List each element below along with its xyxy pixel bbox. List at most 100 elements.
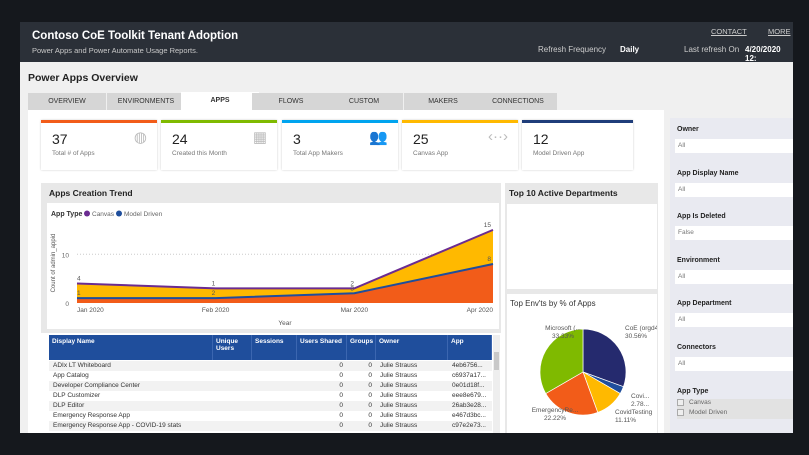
report-header: Contoso CoE Toolkit Tenant Adoption Powe… bbox=[20, 22, 793, 63]
tab-overview[interactable]: OVERVIEW bbox=[28, 93, 106, 110]
filter-label: Owner bbox=[677, 126, 699, 133]
filter-app-is-deleted-dropdown[interactable]: False bbox=[675, 226, 793, 240]
tab-connections[interactable]: CONNECTIONS bbox=[479, 93, 557, 110]
column-header[interactable]: Unique Users bbox=[213, 335, 252, 360]
table-cell: Developer Compliance Center bbox=[53, 382, 141, 389]
table-row[interactable]: Emergency Response App - COVID-19 stats 0… bbox=[49, 421, 492, 431]
top-envs-pie-chart: Top Env'ts by % of Apps CoE (orgd4...30.5… bbox=[510, 299, 664, 424]
table-cell: 0 bbox=[368, 382, 372, 389]
globe-icon: ◍ bbox=[133, 129, 147, 146]
table-cell: Julie Strauss bbox=[380, 392, 418, 399]
x-tick-label: Mar 2020 bbox=[341, 307, 369, 314]
table-scrollbar[interactable] bbox=[493, 335, 500, 433]
filter-label: Connectors bbox=[677, 343, 716, 351]
table-cell: Julie Strauss bbox=[380, 402, 418, 409]
more-link[interactable]: MORE bbox=[768, 27, 791, 36]
legend-label: Model Driven bbox=[124, 211, 163, 218]
app-type-checkbox[interactable]: Model Driven bbox=[677, 409, 793, 419]
tab-apps[interactable]: APPS bbox=[181, 92, 259, 111]
table-cell: Julie Strauss bbox=[380, 382, 418, 389]
app-type-checkbox[interactable]: Canvas bbox=[677, 399, 793, 409]
kpi-card: 25 Canvas App ‹··› bbox=[402, 120, 518, 170]
column-header[interactable]: Groups bbox=[347, 335, 376, 360]
table-cell: 0 bbox=[368, 412, 372, 419]
column-header[interactable]: Users Shared bbox=[297, 335, 347, 360]
data-label: 4 bbox=[77, 276, 81, 283]
column-header[interactable]: Owner bbox=[376, 335, 448, 360]
filter-label: Environment bbox=[677, 256, 720, 264]
top10-title: Top 10 Active Departments bbox=[509, 188, 618, 198]
pie-slice-value: 2.78... bbox=[631, 401, 649, 408]
table-row[interactable]: App Catalog 0 0 Julie Strauss c6937a17... bbox=[49, 371, 492, 381]
checkbox-label: Model Driven bbox=[689, 409, 728, 417]
checkbox-icon[interactable] bbox=[677, 409, 684, 416]
kpi-card: 3 Total App Makers 👥 bbox=[282, 120, 398, 170]
last-refresh-value: 4/20/2020 12: bbox=[745, 45, 781, 63]
kpi-value: 3 bbox=[293, 131, 301, 147]
kpi-label: Canvas App bbox=[413, 150, 449, 157]
table-cell: Emergency Response App bbox=[53, 412, 130, 419]
report-subtitle: Power Apps and Power Automate Usage Repo… bbox=[32, 46, 198, 55]
kpi-value: 25 bbox=[413, 131, 429, 147]
table-row[interactable]: Developer Compliance Center 0 0 Julie Strau… bbox=[49, 381, 492, 391]
filter-owner-dropdown[interactable]: All bbox=[675, 139, 793, 153]
kpi-label: Total # of Apps bbox=[52, 150, 95, 157]
y-tick-label: 0 bbox=[65, 301, 69, 308]
tab-makers[interactable]: MAKERS bbox=[404, 93, 482, 110]
people-icon: 👥 bbox=[369, 129, 388, 146]
table-cell: eee8e679... bbox=[452, 392, 487, 399]
code-icon: ‹··› bbox=[488, 128, 508, 145]
column-header[interactable]: Sessions bbox=[252, 335, 297, 360]
kpi-value: 24 bbox=[172, 131, 188, 147]
tab-flows[interactable]: FLOWS bbox=[252, 93, 330, 110]
data-label: 3 bbox=[350, 285, 354, 292]
kpi-label: Total App Makers bbox=[293, 150, 343, 157]
pie-slice-value: 22.22% bbox=[544, 415, 566, 422]
checkbox-label: Canvas bbox=[689, 399, 712, 407]
filter-connectors-dropdown[interactable]: All bbox=[675, 356, 793, 371]
table-cell: Emergency Response App - COVID-19 stats bbox=[53, 422, 182, 429]
report-screen: Contoso CoE Toolkit Tenant Adoption Powe… bbox=[20, 22, 793, 433]
report-title: Contoso CoE Toolkit Tenant Adoption bbox=[32, 30, 239, 42]
contact-link[interactable]: CONTACT bbox=[711, 27, 747, 36]
filter-pane: Owner All App Display Name All App Is Delete… bbox=[670, 118, 793, 433]
table-cell: e467d3bc... bbox=[452, 412, 486, 419]
data-label: 2 bbox=[212, 290, 216, 297]
filter-app-department-dropdown[interactable]: All bbox=[675, 313, 793, 327]
data-label: 15 bbox=[484, 222, 492, 229]
table-cell: 0 bbox=[339, 362, 343, 369]
scrollbar-thumb[interactable] bbox=[494, 352, 499, 370]
tab-environments[interactable]: ENVIRONMENTS bbox=[107, 93, 185, 110]
refresh-frequency-value: Daily bbox=[620, 45, 640, 54]
filter-environment-dropdown[interactable]: All bbox=[675, 269, 793, 284]
table-row[interactable]: DLP Editor 0 0 Julie Strauss 26ab3e28... bbox=[49, 401, 492, 411]
table-cell: ADIx LT Whiteboard bbox=[53, 362, 111, 369]
table-cell: c97e2e73... bbox=[452, 422, 486, 429]
filter-label: App Department bbox=[677, 300, 732, 307]
right-panels: Top 10 Active Departments Top Env'ts by … bbox=[505, 183, 664, 433]
filter-app-display-name-dropdown[interactable]: All bbox=[675, 182, 793, 197]
table-cell: Julie Strauss bbox=[380, 372, 418, 379]
apps-creation-trend-chart: App Type Canvas Model Driven 0 10 Count of ad… bbox=[51, 210, 494, 327]
table-cell: 0 bbox=[339, 392, 343, 399]
column-header[interactable]: Display Name bbox=[49, 335, 213, 360]
table-row[interactable]: DLP Customizer 0 0 Julie Strauss eee8e679... bbox=[49, 391, 492, 401]
kpi-value: 37 bbox=[52, 131, 68, 147]
table-row[interactable]: Emergency Response App 0 0 Julie Strauss e46… bbox=[49, 411, 492, 421]
data-label: 8 bbox=[487, 256, 491, 263]
apps-creation-trend-panel: Apps Creation Trend App Type Canvas Model … bbox=[41, 183, 501, 333]
pie-slice-label: EmergencyRe... bbox=[532, 407, 579, 414]
table-cell: Julie Strauss bbox=[380, 362, 418, 369]
table-cell: 26ab3e28... bbox=[452, 402, 487, 409]
table-row[interactable]: ADIx LT Whiteboard 0 0 Julie Strauss 4eb6756… bbox=[49, 361, 492, 371]
data-label: 1 bbox=[212, 280, 216, 287]
table-cell: Julie Strauss bbox=[380, 422, 418, 429]
pie-slice-label: Microsoft (... bbox=[545, 325, 581, 332]
kpi-card: 24 Created this Month ▦ bbox=[161, 120, 277, 170]
kpi-value: 12 bbox=[533, 131, 549, 147]
table-cell: 0 bbox=[339, 372, 343, 379]
checkbox-icon[interactable] bbox=[677, 399, 684, 406]
table-cell: 0 bbox=[368, 392, 372, 399]
column-header[interactable]: App bbox=[448, 335, 492, 360]
tab-custom-connectors[interactable]: CUSTOM CONNECTORS bbox=[325, 93, 403, 122]
